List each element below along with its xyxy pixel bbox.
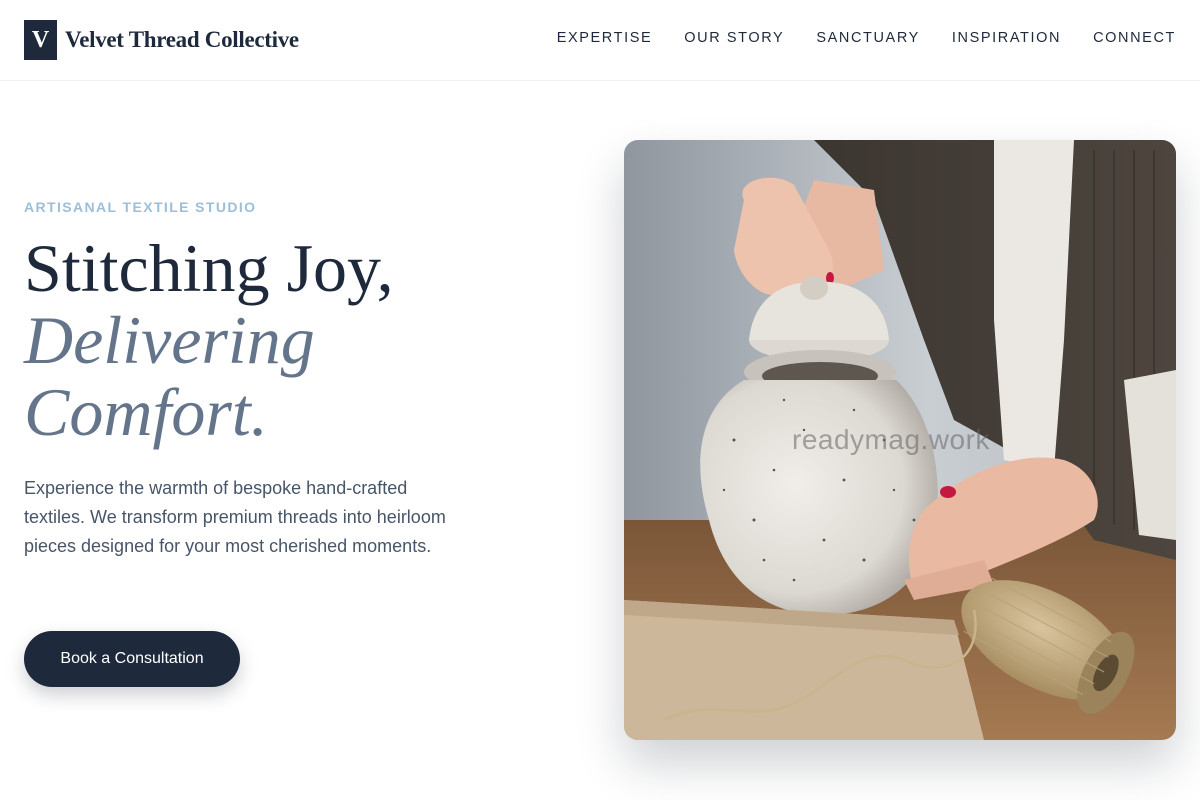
headline-line-2: Delivering	[24, 302, 315, 378]
hero-eyebrow: ARTISANAL TEXTILE STUDIO	[24, 199, 257, 215]
brand-name: Velvet Thread Collective	[65, 27, 299, 52]
nav-link-our-story[interactable]: OUR STORY	[684, 30, 784, 46]
hero-description: Experience the warmth of bespoke hand-cr…	[24, 478, 446, 556]
nav-link-expertise[interactable]: EXPERTISE	[557, 30, 653, 46]
nav-link-connect[interactable]: CONNECT	[1093, 30, 1176, 46]
site-header: V Velvet Thread Collective EXPERTISE OUR…	[0, 0, 1200, 81]
hero-headline: Stitching Joy, Delivering Comfort.	[24, 232, 544, 448]
nav-link-inspiration[interactable]: INSPIRATION	[952, 30, 1061, 46]
brand-mark: V	[24, 20, 57, 60]
main-nav: EXPERTISE OUR STORY SANCTUARY INSPIRATIO…	[557, 30, 1176, 46]
book-consultation-button[interactable]: Book a Consultation	[24, 631, 240, 687]
headline-line-3: Comfort.	[24, 374, 268, 450]
headline-line-1: Stitching Joy,	[24, 230, 394, 306]
hero-image: readymag.work	[624, 140, 1176, 740]
nav-link-sanctuary[interactable]: SANCTUARY	[816, 30, 920, 46]
image-watermark: readymag.work	[792, 424, 990, 455]
brand-logo-link[interactable]: V Velvet Thread Collective	[24, 20, 299, 60]
